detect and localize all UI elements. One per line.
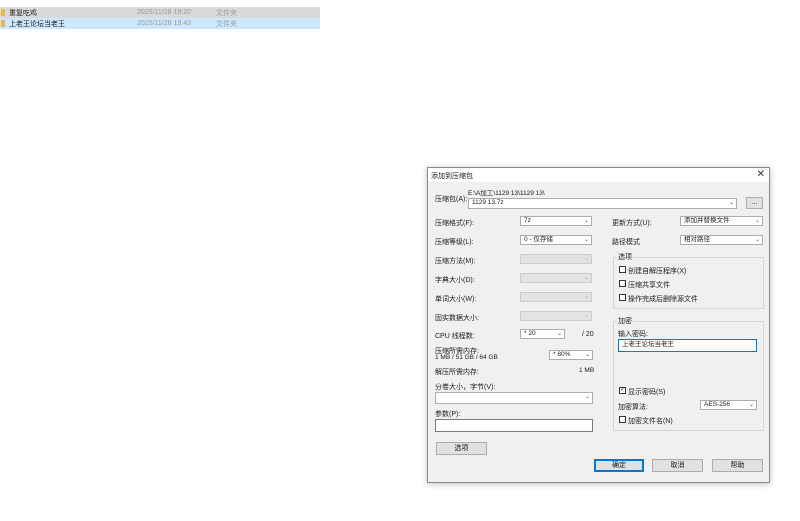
encrypt-method-label: 加密算法: [618, 404, 648, 411]
update-select[interactable]: 添加并替换文件 ⌄ [680, 216, 763, 226]
chevron-down-icon: ⌄ [754, 218, 760, 224]
dict-label: 字典大小(D): [435, 277, 475, 284]
mem-detail: 1 MB / 51 GB / 64 GB [435, 354, 498, 361]
chevron-down-icon: ⌄ [754, 237, 760, 243]
mem-select[interactable]: * 80% ⌄ [549, 350, 593, 360]
ok-button[interactable]: 确定 [594, 459, 644, 472]
format-select[interactable]: 7z ⌄ [520, 216, 592, 226]
show-password-checkbox[interactable]: ✓ [619, 387, 626, 394]
file-name: 上老王论坛当老王 [9, 20, 65, 28]
close-icon[interactable]: ✕ [757, 169, 765, 180]
delete-checkbox[interactable] [619, 294, 626, 301]
method-label: 压缩方法(M): [435, 258, 476, 265]
password-label: 输入密码: [618, 331, 648, 338]
chevron-down-icon: ⌄ [584, 394, 590, 400]
list-item[interactable]: 上老王论坛当老王 2025/11/28 19:43 文件夹 [0, 18, 320, 29]
encrypt-group-title: 加密 [617, 316, 633, 326]
browse-button[interactable]: ... [746, 197, 763, 209]
cpu-label: CPU 线程数: [435, 333, 475, 340]
cpu-max: / 20 [582, 331, 594, 338]
chevron-down-icon: ⌄ [583, 294, 589, 300]
word-label: 单词大小(W): [435, 296, 477, 303]
level-select[interactable]: 0 - 仅存储 ⌄ [520, 235, 592, 245]
title-bar: 添加到压缩包 ✕ [428, 168, 769, 182]
level-value: 0 - 仅存储 [524, 236, 553, 243]
split-label: 分卷大小，字节(V): [435, 384, 496, 391]
archive-path: E:\A加工\1129 13\1129 13\ [468, 190, 545, 197]
shared-checkbox[interactable] [619, 280, 626, 287]
chevron-down-icon: ⌄ [556, 331, 562, 337]
cpu-value: * 20 [524, 330, 536, 337]
format-label: 压缩格式(F): [435, 220, 474, 227]
dialog-title: 添加到压缩包 [431, 173, 473, 180]
chevron-down-icon: ⌄ [583, 218, 589, 224]
chevron-down-icon: ⌄ [728, 200, 734, 206]
path-mode-select[interactable]: 相对路径 ⌄ [680, 235, 763, 245]
file-type: 文件夹 [216, 9, 237, 17]
update-value: 添加并替换文件 [684, 217, 730, 224]
chevron-down-icon: ⌄ [583, 237, 589, 243]
file-date: 2025/11/28 19:43 [137, 20, 191, 27]
encrypt-method-value: AES-256 [704, 401, 731, 408]
list-item[interactable]: 重复吃鸡 2025/11/28 19:20 文件夹 [0, 7, 320, 18]
show-password-label: 显示密码(S) [628, 389, 666, 396]
dict-select[interactable]: ⌄ [520, 273, 592, 283]
chevron-down-icon: ⌄ [583, 275, 589, 281]
encrypt-names-label: 加密文件名(N) [628, 418, 673, 425]
path-mode-label: 路径模式 [612, 239, 640, 246]
delete-label: 操作完成后删除源文件 [628, 296, 698, 303]
archive-name-value: 1129 13.7z [472, 199, 504, 206]
cancel-button[interactable]: 取消 [652, 459, 703, 472]
folder-icon [1, 20, 5, 27]
solid-select[interactable]: ⌄ [520, 311, 592, 321]
level-label: 压缩等级(L): [435, 239, 474, 246]
file-type: 文件夹 [216, 20, 237, 28]
file-date: 2025/11/28 19:20 [137, 9, 191, 16]
solid-label: 固实数据大小: [435, 315, 479, 322]
add-to-archive-dialog: 添加到压缩包 ✕ 压缩包(A): E:\A加工\1129 13\1129 13\… [427, 167, 770, 483]
encrypt-names-checkbox[interactable] [619, 416, 626, 423]
cpu-select[interactable]: * 20 ⌄ [520, 329, 565, 339]
options-button[interactable]: 选项 [436, 442, 487, 455]
help-button[interactable]: 帮助 [712, 459, 763, 472]
chevron-down-icon: ⌄ [584, 352, 590, 358]
sfx-label: 创建自解压程序(X) [628, 268, 687, 275]
mem-value: * 80% [553, 351, 571, 358]
archive-label: 压缩包(A): [435, 196, 468, 203]
params-input[interactable] [435, 419, 593, 432]
format-value: 7z [524, 217, 531, 224]
options-group-title: 选项 [617, 252, 633, 262]
folder-icon [1, 9, 5, 16]
word-select[interactable]: ⌄ [520, 292, 592, 302]
decomp-label: 解压所需内存: [435, 369, 479, 376]
chevron-down-icon: ⌄ [748, 402, 754, 408]
chevron-down-icon: ⌄ [583, 313, 589, 319]
shared-label: 压缩共享文件 [628, 282, 670, 289]
encrypt-method-select[interactable]: AES-256 ⌄ [700, 400, 757, 410]
archive-name-combo[interactable]: 1129 13.7z ⌄ [468, 198, 737, 209]
method-select[interactable]: ⌄ [520, 254, 592, 264]
split-combo[interactable]: ⌄ [435, 392, 593, 404]
sfx-checkbox[interactable] [619, 266, 626, 273]
file-name: 重复吃鸡 [9, 9, 37, 17]
update-label: 更新方式(U): [612, 220, 652, 227]
password-input[interactable]: 上老王论坛当老王 [618, 339, 757, 352]
path-mode-value: 相对路径 [684, 236, 710, 243]
chevron-down-icon: ⌄ [583, 256, 589, 262]
decomp-value: 1 MB [579, 367, 595, 374]
params-label: 参数(P): [435, 411, 461, 418]
